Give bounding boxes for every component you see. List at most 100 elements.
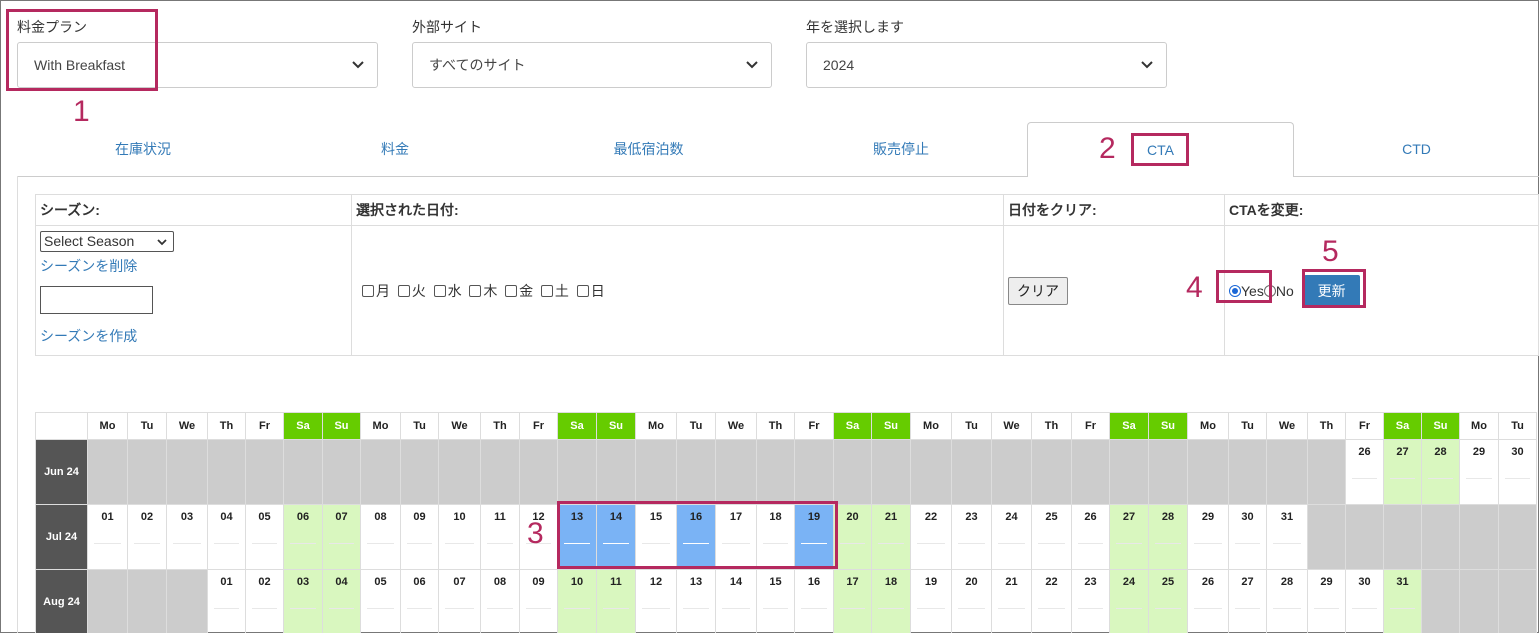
weekday-checkbox-thu[interactable]: 木	[469, 283, 497, 299]
date-cell[interactable]: 21	[871, 504, 911, 570]
date-cell[interactable]: 05	[360, 569, 401, 633]
date-cell[interactable]: 22	[910, 504, 952, 570]
season-select[interactable]: Select Season	[40, 231, 174, 252]
date-cell[interactable]: 22	[1031, 569, 1072, 633]
date-cell[interactable]: 12	[635, 569, 677, 633]
date-cell[interactable]: 27	[1383, 439, 1422, 505]
date-cell[interactable]: 15	[756, 569, 795, 633]
tab-rates[interactable]: 料金	[269, 122, 521, 177]
annotation-2: 2	[1099, 132, 1116, 165]
date-cell[interactable]: 18	[871, 569, 911, 633]
date-cell[interactable]: 26	[1345, 439, 1384, 505]
delete-season-link[interactable]: シーズンを削除	[40, 258, 137, 274]
date-cell[interactable]: 19	[910, 569, 952, 633]
weekday-checkbox-fri[interactable]: 金	[505, 283, 533, 299]
date-cell[interactable]: 02	[127, 504, 167, 570]
date-cell[interactable]: 04	[207, 504, 246, 570]
date-cell[interactable]: 28	[1266, 569, 1308, 633]
date-cell[interactable]: 29	[1459, 439, 1499, 505]
clear-button[interactable]: クリア	[1008, 276, 1068, 305]
date-cell[interactable]: 03	[283, 569, 323, 633]
empty-cell	[871, 439, 911, 505]
tab-stop-sell[interactable]: 販売停止	[776, 122, 1026, 177]
date-cell[interactable]: 23	[951, 504, 992, 570]
date-cell[interactable]: 10	[557, 569, 597, 633]
clear-dates-header: 日付をクリア:	[1003, 194, 1225, 226]
date-cell[interactable]: 31	[1383, 569, 1422, 633]
date-number: 02	[140, 511, 154, 523]
day-header: Mo	[635, 412, 677, 440]
empty-cell	[794, 439, 834, 505]
date-cell[interactable]: 01	[207, 569, 246, 633]
date-cell[interactable]: 06	[400, 569, 439, 633]
date-cell[interactable]: 03	[166, 504, 208, 570]
day-header: Tu	[951, 412, 992, 440]
date-cell[interactable]: 11	[480, 504, 520, 570]
date-number: 31	[1280, 511, 1294, 523]
date-cell[interactable]: 25	[1148, 569, 1188, 633]
date-value-slot	[252, 543, 277, 544]
date-value-slot	[1314, 608, 1339, 609]
weekday-checkbox-wed[interactable]: 水	[433, 283, 462, 299]
date-cell[interactable]: 02	[245, 569, 284, 633]
date-number: 05	[258, 511, 271, 523]
date-cell[interactable]: 26	[1071, 504, 1110, 570]
date-cell[interactable]: 25	[1031, 504, 1072, 570]
date-cell[interactable]: 20	[951, 569, 992, 633]
date-cell[interactable]: 08	[480, 569, 520, 633]
date-cell[interactable]: 23	[1071, 569, 1110, 633]
tab-min-stay[interactable]: 最低宿泊数	[521, 122, 776, 177]
date-cell[interactable]: 31	[1266, 504, 1308, 570]
date-number: 26	[1358, 446, 1371, 458]
date-cell[interactable]: 09	[400, 504, 439, 570]
date-number: 03	[296, 576, 310, 588]
date-cell[interactable]: 17	[833, 569, 872, 633]
weekday-checkbox-sat[interactable]: 土	[540, 282, 569, 299]
weekday-label: 土	[554, 282, 569, 299]
year-select[interactable]: 2024	[806, 42, 1167, 88]
date-cell[interactable]: 08	[360, 504, 401, 570]
date-cell[interactable]: 29	[1187, 504, 1229, 570]
date-cell[interactable]: 30	[1498, 439, 1537, 505]
date-cell[interactable]: 11	[596, 569, 636, 633]
date-cell[interactable]: 30	[1345, 569, 1384, 633]
date-cell[interactable]: 26	[1187, 569, 1229, 633]
date-value-slot	[917, 608, 945, 609]
external-site-select[interactable]: すべてのサイト	[412, 42, 772, 88]
weekday-checkbox-sun[interactable]: 日	[576, 283, 605, 299]
date-cell[interactable]: 06	[283, 504, 323, 570]
date-cell[interactable]: 30	[1228, 504, 1267, 570]
date-number: 24	[1122, 576, 1136, 588]
season-name-input[interactable]	[40, 286, 153, 314]
date-number: 26	[1084, 511, 1097, 523]
date-cell[interactable]: 21	[991, 569, 1032, 633]
date-cell[interactable]: 20	[833, 504, 872, 570]
date-cell[interactable]: 09	[519, 569, 558, 633]
date-cell[interactable]: 28	[1148, 504, 1188, 570]
date-cell[interactable]: 07	[438, 569, 481, 633]
date-cell[interactable]: 27	[1109, 504, 1149, 570]
date-cell[interactable]: 28	[1421, 439, 1460, 505]
date-number: 14	[729, 576, 743, 588]
weekday-checkbox-tue[interactable]: 火	[397, 283, 426, 299]
date-cell[interactable]: 29	[1307, 569, 1346, 633]
date-cell[interactable]: 05	[245, 504, 284, 570]
date-number: 22	[924, 511, 938, 523]
create-season-link[interactable]: シーズンを作成	[40, 328, 137, 344]
weekday-checkbox-mon[interactable]: 月	[362, 283, 390, 299]
empty-cell	[557, 439, 597, 505]
date-number: 08	[374, 511, 387, 523]
date-cell[interactable]: 04	[322, 569, 361, 633]
date-cell[interactable]: 24	[991, 504, 1032, 570]
date-cell[interactable]: 14	[715, 569, 757, 633]
date-cell[interactable]: 24	[1109, 569, 1149, 633]
tab-inventory[interactable]: 在庫状況	[17, 122, 269, 177]
date-cell[interactable]: 27	[1228, 569, 1267, 633]
tab-ctd[interactable]: CTD	[1294, 122, 1539, 177]
date-cell[interactable]: 07	[322, 504, 361, 570]
date-cell[interactable]: 01	[87, 504, 128, 570]
date-cell[interactable]: 13	[676, 569, 716, 633]
date-cell[interactable]: 16	[794, 569, 834, 633]
date-cell[interactable]: 10	[438, 504, 481, 570]
weekday-label: 金	[519, 282, 534, 299]
